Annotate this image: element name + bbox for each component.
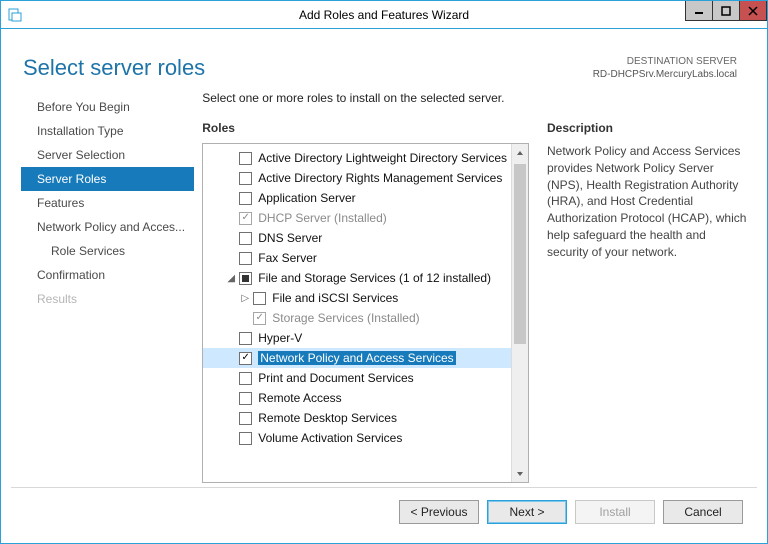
role-row[interactable]: ✓ Storage Services (Installed)	[203, 308, 511, 328]
role-row[interactable]: ▷ File and iSCSI Services	[203, 288, 511, 308]
role-row[interactable]: Volume Activation Services	[203, 428, 511, 448]
role-label: DHCP Server (Installed)	[258, 211, 386, 225]
role-checkbox[interactable]	[239, 412, 252, 425]
scrollbar[interactable]	[511, 144, 528, 482]
description-text: Network Policy and Access Services provi…	[547, 143, 747, 261]
nav-item: Results	[21, 287, 194, 311]
role-label: Network Policy and Access Services	[258, 351, 455, 365]
role-row[interactable]: Active Directory Lightweight Directory S…	[203, 148, 511, 168]
role-row[interactable]: Application Server	[203, 188, 511, 208]
scroll-up-button[interactable]	[512, 144, 528, 161]
nav-item[interactable]: Before You Begin	[21, 95, 194, 119]
main-area: Before You BeginInstallation TypeServer …	[11, 89, 757, 483]
description-column: Description Network Policy and Access Se…	[547, 121, 747, 483]
role-label: Application Server	[258, 191, 355, 205]
install-button[interactable]: Install	[575, 500, 655, 524]
role-checkbox[interactable]	[239, 192, 252, 205]
roles-listbox[interactable]: Active Directory Lightweight Directory S…	[202, 143, 529, 483]
panel: Select one or more roles to install on t…	[194, 89, 747, 483]
wizard-window: Add Roles and Features Wizard Select ser…	[0, 0, 768, 544]
content-area: Select server roles DESTINATION SERVER R…	[1, 29, 767, 543]
titlebar[interactable]: Add Roles and Features Wizard	[1, 1, 767, 29]
roles-heading: Roles	[202, 121, 529, 143]
role-checkbox[interactable]	[253, 292, 266, 305]
page-title: Select server roles	[23, 55, 205, 81]
role-checkbox[interactable]	[239, 392, 252, 405]
nav-item[interactable]: Features	[21, 191, 194, 215]
previous-button[interactable]: < Previous	[399, 500, 479, 524]
role-row[interactable]: Remote Access	[203, 388, 511, 408]
role-row[interactable]: Hyper-V	[203, 328, 511, 348]
minimize-button[interactable]	[685, 1, 713, 21]
window-controls	[686, 1, 767, 21]
page-header: Select server roles DESTINATION SERVER R…	[11, 37, 757, 89]
columns: Roles Active Directory Lightweight Direc…	[202, 121, 747, 483]
window-title: Add Roles and Features Wizard	[1, 8, 767, 22]
role-checkbox[interactable]	[239, 272, 252, 285]
role-label: Remote Desktop Services	[258, 411, 397, 425]
destination-label: DESTINATION SERVER	[593, 55, 737, 68]
footer: < Previous Next > Install Cancel	[11, 487, 757, 535]
scroll-down-button[interactable]	[512, 465, 528, 482]
collapse-icon[interactable]: ▷	[239, 293, 251, 304]
role-row[interactable]: Print and Document Services	[203, 368, 511, 388]
destination-value: RD-DHCPSrv.MercuryLabs.local	[593, 68, 737, 81]
role-row[interactable]: ✓ Network Policy and Access Services	[203, 348, 511, 368]
description-heading: Description	[547, 121, 747, 143]
role-label: Fax Server	[258, 251, 317, 265]
role-label: File and Storage Services (1 of 12 insta…	[258, 271, 491, 285]
role-label: File and iSCSI Services	[272, 291, 398, 305]
nav-item[interactable]: Server Roles	[21, 167, 194, 191]
role-checkbox[interactable]	[239, 332, 252, 345]
role-row[interactable]: ✓ DHCP Server (Installed)	[203, 208, 511, 228]
scroll-thumb[interactable]	[514, 164, 526, 344]
role-checkbox: ✓	[239, 212, 252, 225]
close-button[interactable]	[739, 1, 767, 21]
role-row[interactable]: Remote Desktop Services	[203, 408, 511, 428]
nav-item[interactable]: Network Policy and Acces...	[21, 215, 194, 239]
role-label: Storage Services (Installed)	[272, 311, 419, 325]
roles-list: Active Directory Lightweight Directory S…	[203, 144, 511, 482]
destination-info: DESTINATION SERVER RD-DHCPSrv.MercuryLab…	[593, 55, 737, 81]
app-icon	[7, 7, 23, 23]
role-checkbox[interactable]	[239, 432, 252, 445]
nav-item[interactable]: Installation Type	[21, 119, 194, 143]
role-row[interactable]: Active Directory Rights Management Servi…	[203, 168, 511, 188]
nav-item[interactable]: Server Selection	[21, 143, 194, 167]
role-checkbox[interactable]	[239, 252, 252, 265]
role-label: Volume Activation Services	[258, 431, 402, 445]
role-label: Remote Access	[258, 391, 341, 405]
roles-column: Roles Active Directory Lightweight Direc…	[202, 121, 529, 483]
role-label: Print and Document Services	[258, 371, 413, 385]
cancel-button[interactable]: Cancel	[663, 500, 743, 524]
nav-item[interactable]: Role Services	[21, 239, 194, 263]
role-checkbox[interactable]: ✓	[239, 352, 252, 365]
role-label: DNS Server	[258, 231, 322, 245]
role-checkbox[interactable]	[239, 152, 252, 165]
role-row[interactable]: ◢ File and Storage Services (1 of 12 inst…	[203, 268, 511, 288]
role-checkbox: ✓	[253, 312, 266, 325]
expand-icon[interactable]: ◢	[225, 273, 237, 284]
role-checkbox[interactable]	[239, 232, 252, 245]
role-row[interactable]: DNS Server	[203, 228, 511, 248]
maximize-button[interactable]	[712, 1, 740, 21]
role-label: Active Directory Rights Management Servi…	[258, 171, 502, 185]
role-checkbox[interactable]	[239, 372, 252, 385]
next-button[interactable]: Next >	[487, 500, 567, 524]
role-label: Hyper-V	[258, 331, 302, 345]
role-row[interactable]: Fax Server	[203, 248, 511, 268]
role-checkbox[interactable]	[239, 172, 252, 185]
instruction-text: Select one or more roles to install on t…	[202, 89, 747, 121]
nav-item[interactable]: Confirmation	[21, 263, 194, 287]
wizard-sidebar: Before You BeginInstallation TypeServer …	[21, 89, 194, 483]
role-label: Active Directory Lightweight Directory S…	[258, 151, 507, 165]
